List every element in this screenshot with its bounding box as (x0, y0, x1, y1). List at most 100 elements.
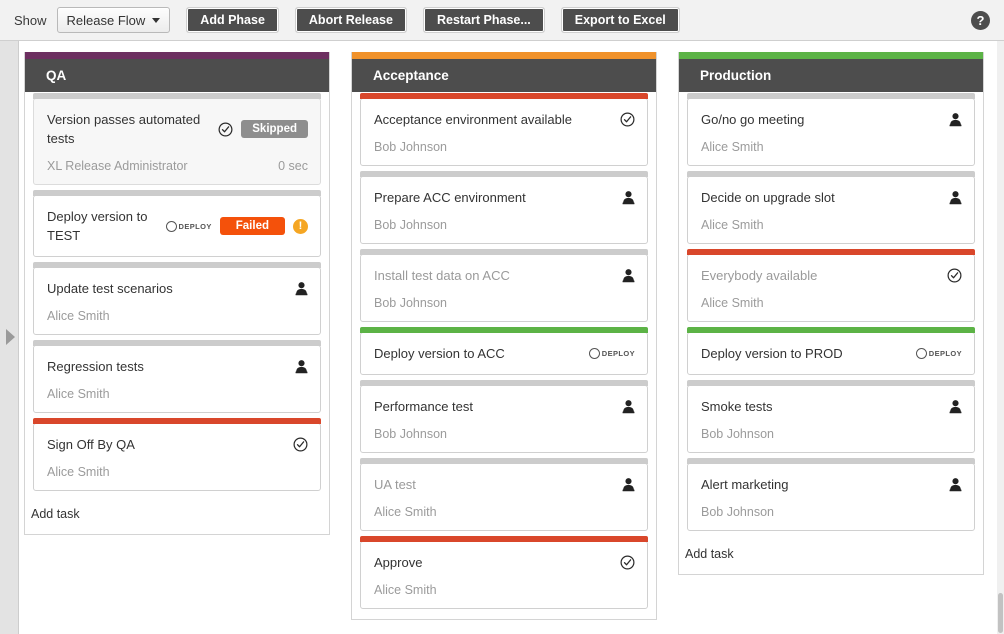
toolbar-button-abort-release[interactable]: Abort Release (294, 7, 407, 33)
show-label: Show (14, 12, 47, 28)
task-card[interactable]: Deploy version to TEST DEPLOY Failed! (33, 190, 321, 257)
warning-icon: ! (293, 218, 308, 234)
task-card[interactable]: Version passes automated tests Skipped XL … (33, 93, 321, 185)
task-icons: DEPLOY (588, 348, 635, 359)
task-owner: Alice Smith (701, 218, 764, 232)
task-title: Performance test (374, 399, 473, 414)
task-card-header: Prepare ACC environment (374, 188, 635, 207)
task-status-bar (360, 249, 648, 255)
task-title: UA test (374, 477, 416, 492)
task-title: Deploy version to PROD (701, 346, 843, 361)
phase-column-qa: QA Version passes automated tests Skipped X… (24, 52, 330, 535)
check-circle-icon (620, 112, 635, 127)
task-meta: Alice Smith (701, 140, 962, 154)
task-card-header: UA test (374, 475, 635, 494)
phase-title[interactable]: QA (25, 59, 329, 92)
task-card[interactable]: Everybody available Alice Smith (687, 249, 975, 322)
sidebar-expand-handle[interactable] (0, 41, 19, 634)
task-status-bar (33, 340, 321, 346)
task-card[interactable]: Performance test Bob Johnson (360, 380, 648, 453)
task-card[interactable]: Alert marketing Bob Johnson (687, 458, 975, 531)
task-owner: Bob Johnson (374, 218, 447, 232)
task-card-header: Install test data on ACC (374, 266, 635, 285)
vertical-scrollbar[interactable] (997, 41, 1004, 634)
task-owner: Bob Johnson (701, 427, 774, 441)
chevron-down-icon (152, 17, 161, 23)
task-title: Approve (374, 555, 423, 570)
task-owner: Alice Smith (47, 387, 110, 401)
task-icons (622, 268, 635, 283)
task-meta: Bob Johnson (701, 427, 962, 441)
task-title: Regression tests (47, 359, 144, 374)
scrollbar-thumb[interactable] (998, 593, 1003, 633)
person-icon (622, 478, 635, 492)
phase-color-strip (25, 52, 329, 59)
task-title: Version passes automated tests (47, 112, 201, 146)
task-title: Acceptance environment available (374, 112, 573, 127)
task-owner: XL Release Administrator (47, 159, 188, 173)
task-card-header: Alert marketing (701, 475, 962, 494)
person-icon (622, 400, 635, 414)
task-card[interactable]: Sign Off By QA Alice Smith (33, 418, 321, 491)
release-flow-dropdown[interactable]: Release Flow (56, 7, 171, 33)
task-card[interactable]: Install test data on ACC Bob Johnson (360, 249, 648, 322)
task-status-bar (33, 190, 321, 196)
task-card[interactable]: Smoke tests Bob Johnson (687, 380, 975, 453)
task-meta: Alice Smith (374, 583, 635, 597)
person-icon (949, 191, 962, 205)
task-card-header: Deploy version to TEST DEPLOY Failed! (47, 207, 308, 245)
task-owner: Bob Johnson (701, 505, 774, 519)
task-icons: Skipped (218, 120, 308, 138)
help-icon[interactable]: ? (971, 11, 990, 30)
person-icon (295, 360, 308, 374)
toolbar-button-restart-phase[interactable]: Restart Phase... (422, 7, 545, 33)
task-card[interactable]: Acceptance environment available Bob John… (360, 93, 648, 166)
task-icons (622, 190, 635, 205)
task-card-header: Performance test (374, 397, 635, 416)
toolbar: Show Release Flow Add Phase Abort Release… (0, 0, 1004, 41)
xl-deploy-icon: DEPLOY (165, 220, 212, 232)
phase-task-list: Go/no go meeting Alice Smith Decide on upg… (679, 92, 983, 531)
phase-column-production: Production Go/no go meeting Alice Smith Dec… (678, 52, 984, 575)
task-icons (949, 190, 962, 205)
add-task-button[interactable]: Add task (25, 501, 329, 534)
toolbar-button-add-phase[interactable]: Add Phase (186, 7, 279, 33)
task-status-badge: Skipped (241, 120, 308, 138)
task-card[interactable]: UA test Alice Smith (360, 458, 648, 531)
phase-title[interactable]: Acceptance (352, 59, 656, 92)
task-icons: DEPLOY (915, 348, 962, 359)
toolbar-button-export-to-excel[interactable]: Export to Excel (560, 7, 680, 33)
task-meta: Bob Johnson (374, 218, 635, 232)
task-icons (620, 112, 635, 127)
task-title: Install test data on ACC (374, 268, 510, 283)
task-card[interactable]: Update test scenarios Alice Smith (33, 262, 321, 335)
task-card[interactable]: Go/no go meeting Alice Smith (687, 93, 975, 166)
person-icon (949, 478, 962, 492)
task-card-header: Deploy version to PROD DEPLOY (701, 344, 962, 363)
task-icons (293, 437, 308, 452)
task-card[interactable]: Decide on upgrade slot Alice Smith (687, 171, 975, 244)
person-icon (949, 113, 962, 127)
task-status-bar (33, 93, 321, 99)
task-owner: Alice Smith (47, 465, 110, 479)
task-icons (295, 359, 308, 374)
task-status-bar (360, 93, 648, 99)
task-owner: Bob Johnson (374, 296, 447, 310)
task-title: Everybody available (701, 268, 818, 283)
task-status-bar (687, 249, 975, 255)
task-status-bar (360, 458, 648, 464)
task-icons (622, 477, 635, 492)
task-card[interactable]: Regression tests Alice Smith (33, 340, 321, 413)
task-card[interactable]: Deploy version to PROD DEPLOY (687, 327, 975, 375)
task-title: Deploy version to TEST (47, 209, 148, 243)
task-card[interactable]: Prepare ACC environment Bob Johnson (360, 171, 648, 244)
add-task-button[interactable]: Add task (679, 541, 983, 574)
person-icon (295, 282, 308, 296)
task-card[interactable]: Approve Alice Smith (360, 536, 648, 609)
task-owner: Alice Smith (374, 583, 437, 597)
phase-title[interactable]: Production (679, 59, 983, 92)
task-icons: DEPLOY Failed! (165, 217, 308, 235)
task-card[interactable]: Deploy version to ACC DEPLOY (360, 327, 648, 375)
task-icons (949, 399, 962, 414)
task-meta: Alice Smith (701, 296, 962, 310)
